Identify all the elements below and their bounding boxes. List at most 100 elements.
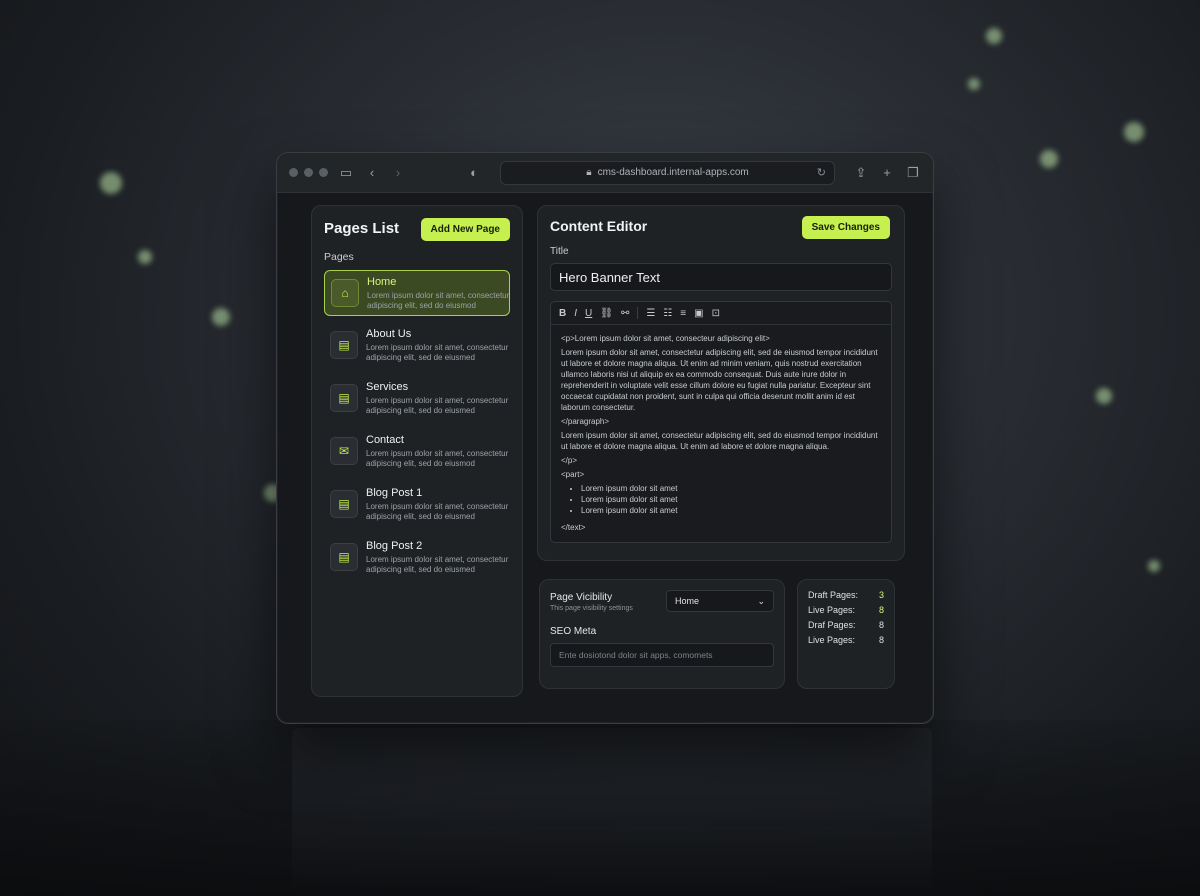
bokeh-light [968,78,980,90]
share-icon[interactable]: ⇪ [853,165,869,181]
url-text: cms-dashboard.internal-apps.com [597,167,749,178]
link-icon[interactable]: ⛓ [600,308,613,319]
page-item-blog-post-2[interactable]: ▤ Blog Post 2 Lorem ipsum dolor sit amet… [324,535,510,581]
list-item: Lorem ipsum dolor sit amet [581,483,881,494]
editor-line: </p> [561,456,578,465]
stat-value: 8 [878,635,884,645]
content-editor-panel: Content Editor Save Changes Title Hero B… [537,205,905,561]
shield-icon[interactable]: ◐ [466,165,482,180]
stat-label: Draf Pages: [808,620,856,630]
pages-section-label: Pages [324,251,354,263]
bullet-list-icon[interactable]: ☰ [646,308,655,319]
window-controls [289,168,328,177]
seo-meta-input[interactable]: Ente dosiotond dolor sit apps, comomets [550,643,774,667]
page-item-title: Services [366,381,409,393]
document-icon: ▤ [330,331,358,359]
title-input[interactable]: Hero Banner Text [550,263,892,291]
stat-value: 3 [878,590,884,600]
italic-icon[interactable]: I [574,308,577,319]
bokeh-light [138,250,152,264]
close-window-button[interactable] [289,168,298,177]
page-visibility-panel: Page Vicibility This page visibility set… [539,579,785,689]
unlink-icon[interactable]: ⚯ [621,308,629,319]
editor-bullet-list: Lorem ipsum dolor sit amet Lorem ipsum d… [561,483,881,516]
editor-paragraph: Lorem ipsum dolor sit amet, consectetur … [561,431,878,451]
list-item: Lorem ipsum dolor sit amet [581,505,881,516]
rich-text-editor: B I U ⛓ ⚯ ☰ ☷ ≡ ▣ ⊡ <p>Lorem ipsum dolor… [550,301,892,543]
stat-row: Draf Pages: 8 [808,620,884,635]
editor-content[interactable]: <p>Lorem ipsum dolor sit amet, consecteu… [551,325,891,544]
chevron-down-icon: ⌄ [757,595,765,606]
page-stats-panel: Draft Pages: 3 Live Pages: 8 Draf Pages:… [797,579,895,689]
stat-value: 8 [878,620,884,630]
stat-label: Draft Pages: [808,590,859,600]
back-icon[interactable]: ‹ [364,165,380,180]
seo-meta-label: SEO Meta [550,626,597,637]
editor-line: <p>Lorem ipsum dolor sit amet, consecteu… [561,334,770,343]
stat-label: Live Pages: [808,605,856,615]
maximize-window-button[interactable] [319,168,328,177]
window-reflection [292,728,932,896]
page-item-desc: Lorem ipsum dolor sit amet, consectetur … [366,555,509,574]
editor-line: </text> [561,523,586,532]
editor-toolbar: B I U ⛓ ⚯ ☰ ☷ ≡ ▣ ⊡ [551,302,891,325]
stat-row: Live Pages: 8 [808,605,884,620]
list-item: Lorem ipsum dolor sit amet [581,494,881,505]
address-bar[interactable]: 🔒︎ cms-dashboard.internal-apps.com ↻ [500,160,835,185]
editor-line: <part> [561,470,585,479]
page-item-desc: Lorem ipsum dolor sit amet, consectetur … [366,449,509,468]
bokeh-light [1124,122,1144,142]
page-item-blog-post-1[interactable]: ▤ Blog Post 1 Lorem ipsum dolor sit amet… [324,482,510,528]
page-item-desc: Lorem ipsum dolor sit amet, consectetur … [366,396,509,415]
document-icon: ▤ [330,490,358,518]
page-item-home[interactable]: ⌂ Home Lorem ipsum dolor sit amet, conse… [324,270,510,316]
tabs-overview-icon[interactable]: ❐ [905,165,921,181]
visibility-select-value: Home [675,596,700,606]
page-item-title: Home [367,276,397,288]
page-item-contact[interactable]: ✉ Contact Lorem ipsum dolor sit amet, co… [324,429,510,475]
bokeh-light [100,172,122,194]
toolbar-divider [637,307,639,319]
bokeh-light [986,28,1002,44]
save-changes-button[interactable]: Save Changes [801,216,890,239]
bokeh-light [1148,560,1160,572]
stat-label: Live Pages: [808,635,856,645]
browser-window: ▭ ‹ › ◐ 🔒︎ cms-dashboard.internal-apps.c… [276,152,934,724]
bold-icon[interactable]: B [559,308,566,319]
stat-row: Draft Pages: 3 [808,590,884,605]
editor-paragraph: Lorem ipsum dolor sit amet, consectetur … [561,348,878,412]
home-icon: ⌂ [331,279,359,307]
image-icon[interactable]: ▣ [694,308,703,319]
browser-toolbar: ▭ ‹ › ◐ 🔒︎ cms-dashboard.internal-apps.c… [277,153,933,193]
editor-line: </paragraph> [561,417,610,426]
page-item-desc: Lorem ipsum dolor sit amet, consectetur … [366,502,509,521]
reload-icon[interactable]: ↻ [817,166,826,179]
add-new-page-button[interactable]: Add New Page [420,218,510,241]
page-item-services[interactable]: ▤ Services Lorem ipsum dolor sit amet, c… [324,376,510,422]
page-item-title: About Us [366,328,412,340]
visibility-select[interactable]: Home ⌄ [666,590,774,612]
page-item-desc: Lorem ipsum dolor sit amet, consectetur … [366,343,509,362]
cms-dashboard: Pages List Add New Page Pages ⌂ Home Lor… [311,205,915,705]
document-icon: ▤ [330,543,358,571]
bokeh-light [1096,388,1112,404]
new-tab-icon[interactable]: + [879,165,895,180]
bokeh-light [1040,150,1058,168]
document-icon: ▤ [330,384,358,412]
code-icon[interactable]: ⊡ [712,308,720,319]
forward-icon[interactable]: › [390,165,406,180]
page-item-desc: Lorem ipsum dolor sit amet, consectetur … [367,291,510,310]
numbered-list-icon[interactable]: ☷ [663,308,672,319]
indent-icon[interactable]: ≡ [680,308,686,319]
minimize-window-button[interactable] [304,168,313,177]
page-item-title: Blog Post 2 [366,540,423,552]
title-label: Title [550,246,569,257]
page-item-about-us[interactable]: ▤ About Us Lorem ipsum dolor sit amet, c… [324,323,510,369]
stat-row: Live Pages: 8 [808,635,884,650]
pages-list-panel: Pages List Add New Page Pages ⌂ Home Lor… [311,205,523,697]
underline-icon[interactable]: U [585,308,592,319]
stat-value: 8 [878,605,884,615]
page-item-title: Blog Post 1 [366,487,423,499]
sidebar-toggle-icon[interactable]: ▭ [338,165,354,181]
page-item-title: Contact [366,434,404,446]
